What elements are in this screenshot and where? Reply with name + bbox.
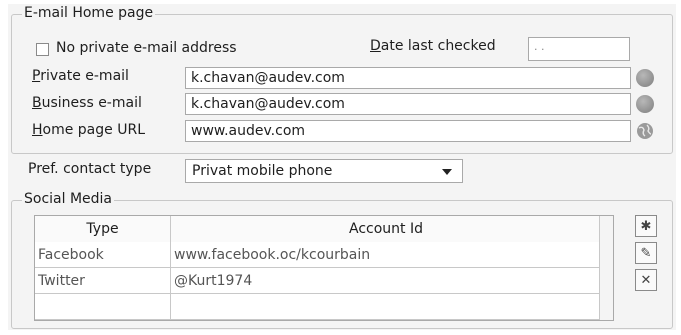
private-email-label: Private e-mail (32, 68, 129, 84)
no-private-email-checkbox[interactable] (36, 43, 49, 56)
date-last-checked-field[interactable]: . . (528, 37, 630, 61)
pref-contact-label: Pref. contact type (28, 161, 152, 177)
table-row[interactable]: Facebook www.facebook.oc/kcourbain (35, 242, 601, 268)
social-media-table[interactable]: Type Account Id Facebook www.facebook.oc… (34, 215, 614, 321)
pref-contact-value: Privat mobile phone (192, 163, 333, 179)
delete-x-icon: ✕ (640, 272, 652, 288)
private-email-send-button[interactable] (634, 67, 656, 89)
globe-icon (637, 123, 653, 139)
cell-account-id: @Kurt1974 (174, 273, 253, 289)
no-private-email-label: No private e-mail address (56, 40, 237, 56)
column-divider (170, 216, 171, 320)
new-row-icon: ✱ (640, 218, 652, 234)
mail-globe-icon (636, 69, 654, 87)
business-email-field[interactable]: k.chavan@audev.com (185, 93, 631, 115)
chevron-down-icon (442, 169, 452, 175)
home-page-open-button[interactable] (634, 120, 656, 142)
cell-account-id (171, 294, 601, 320)
home-page-field[interactable]: www.audev.com (185, 120, 631, 142)
edit-pencil-icon: ✎ (640, 245, 652, 261)
mail-globe-icon (636, 95, 654, 113)
home-page-label: Home page URL (32, 122, 145, 138)
delete-row-button[interactable]: ✕ (635, 269, 657, 291)
table-row[interactable]: Twitter @Kurt1974 (35, 268, 601, 294)
private-email-field[interactable]: k.chavan@audev.com (185, 67, 631, 89)
cell-type (35, 294, 170, 320)
pref-contact-select[interactable]: Privat mobile phone (185, 159, 463, 183)
business-email-send-button[interactable] (634, 93, 656, 115)
cell-account-id: www.facebook.oc/kcourbain (174, 247, 371, 263)
cell-type: Twitter (38, 273, 85, 289)
column-header-type[interactable]: Type (35, 216, 170, 242)
cell-type: Facebook (38, 247, 104, 263)
email-group-title: E-mail Home page (22, 5, 156, 21)
table-row[interactable] (35, 294, 601, 320)
table-header-row: Type Account Id (35, 216, 601, 242)
business-email-label: Business e-mail (32, 95, 142, 111)
column-header-account-id[interactable]: Account Id (171, 216, 601, 242)
social-media-title: Social Media (22, 191, 115, 207)
add-row-button[interactable]: ✱ (635, 215, 657, 237)
table-scrollbar[interactable] (599, 216, 613, 320)
edit-row-button[interactable]: ✎ (635, 242, 657, 264)
date-last-checked-label: Date last checked (370, 38, 496, 54)
